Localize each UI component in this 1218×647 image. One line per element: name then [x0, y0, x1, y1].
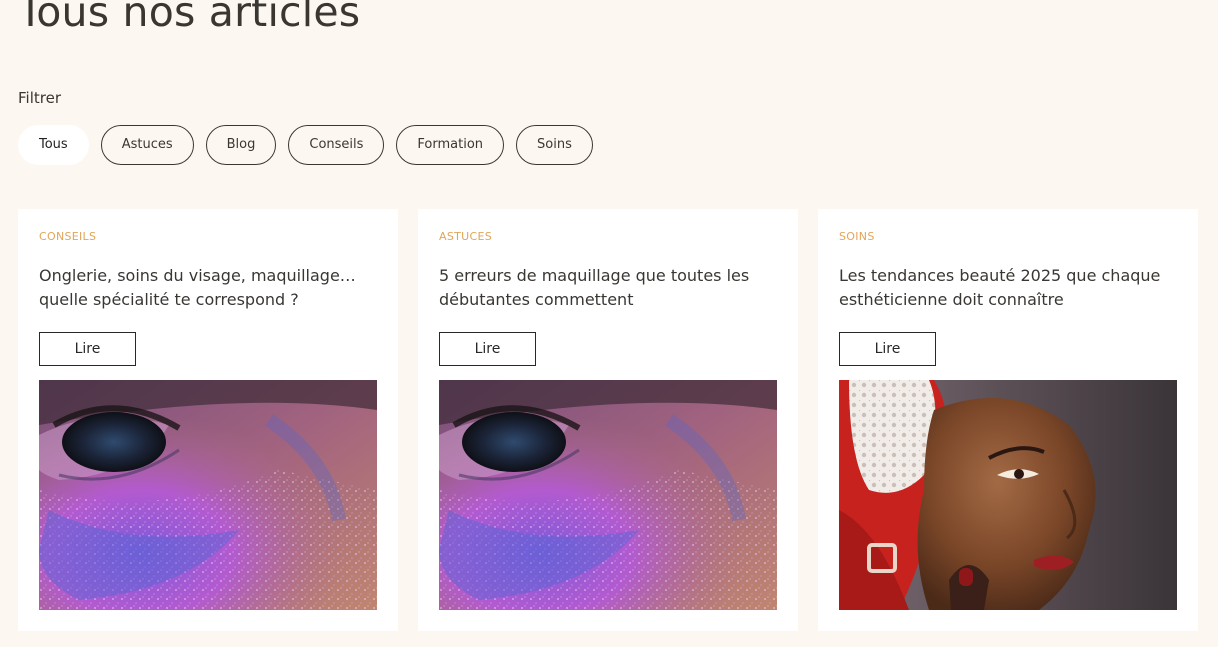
article-card: SOINS Les tendances beauté 2025 que chaq…: [818, 209, 1198, 631]
page-title: Tous nos articles: [18, 0, 361, 36]
filter-chips: Tous Astuces Blog Conseils Formation Soi…: [18, 125, 593, 165]
article-title[interactable]: Onglerie, soins du visage, maquillage… q…: [39, 264, 377, 312]
article-grid: CONSEILS Onglerie, soins du visage, maqu…: [18, 209, 1198, 631]
filter-chip-soins[interactable]: Soins: [516, 125, 593, 165]
filter-chip-tous[interactable]: Tous: [18, 125, 89, 165]
article-image[interactable]: [839, 380, 1177, 610]
glitter-eye-image: [439, 380, 777, 610]
glitter-eye-image: [39, 380, 377, 610]
filter-chip-astuces[interactable]: Astuces: [100, 125, 194, 165]
woman-portrait-image: [839, 380, 1177, 610]
article-title[interactable]: Les tendances beauté 2025 que chaque est…: [839, 264, 1177, 312]
filter-chip-formation[interactable]: Formation: [396, 125, 505, 165]
filter-chip-conseils[interactable]: Conseils: [288, 125, 385, 165]
article-image[interactable]: [439, 380, 777, 610]
article-category: CONSEILS: [39, 230, 97, 243]
article-category: SOINS: [839, 230, 875, 243]
read-button[interactable]: Lire: [839, 332, 936, 366]
read-button[interactable]: Lire: [39, 332, 136, 366]
article-title[interactable]: 5 erreurs de maquillage que toutes les d…: [439, 264, 777, 312]
article-card: CONSEILS Onglerie, soins du visage, maqu…: [18, 209, 398, 631]
article-category: ASTUCES: [439, 230, 492, 243]
article-card: ASTUCES 5 erreurs de maquillage que tout…: [418, 209, 798, 631]
article-image[interactable]: [39, 380, 377, 610]
read-button[interactable]: Lire: [439, 332, 536, 366]
filter-label: Filtrer: [18, 89, 61, 107]
filter-chip-blog[interactable]: Blog: [205, 125, 277, 165]
